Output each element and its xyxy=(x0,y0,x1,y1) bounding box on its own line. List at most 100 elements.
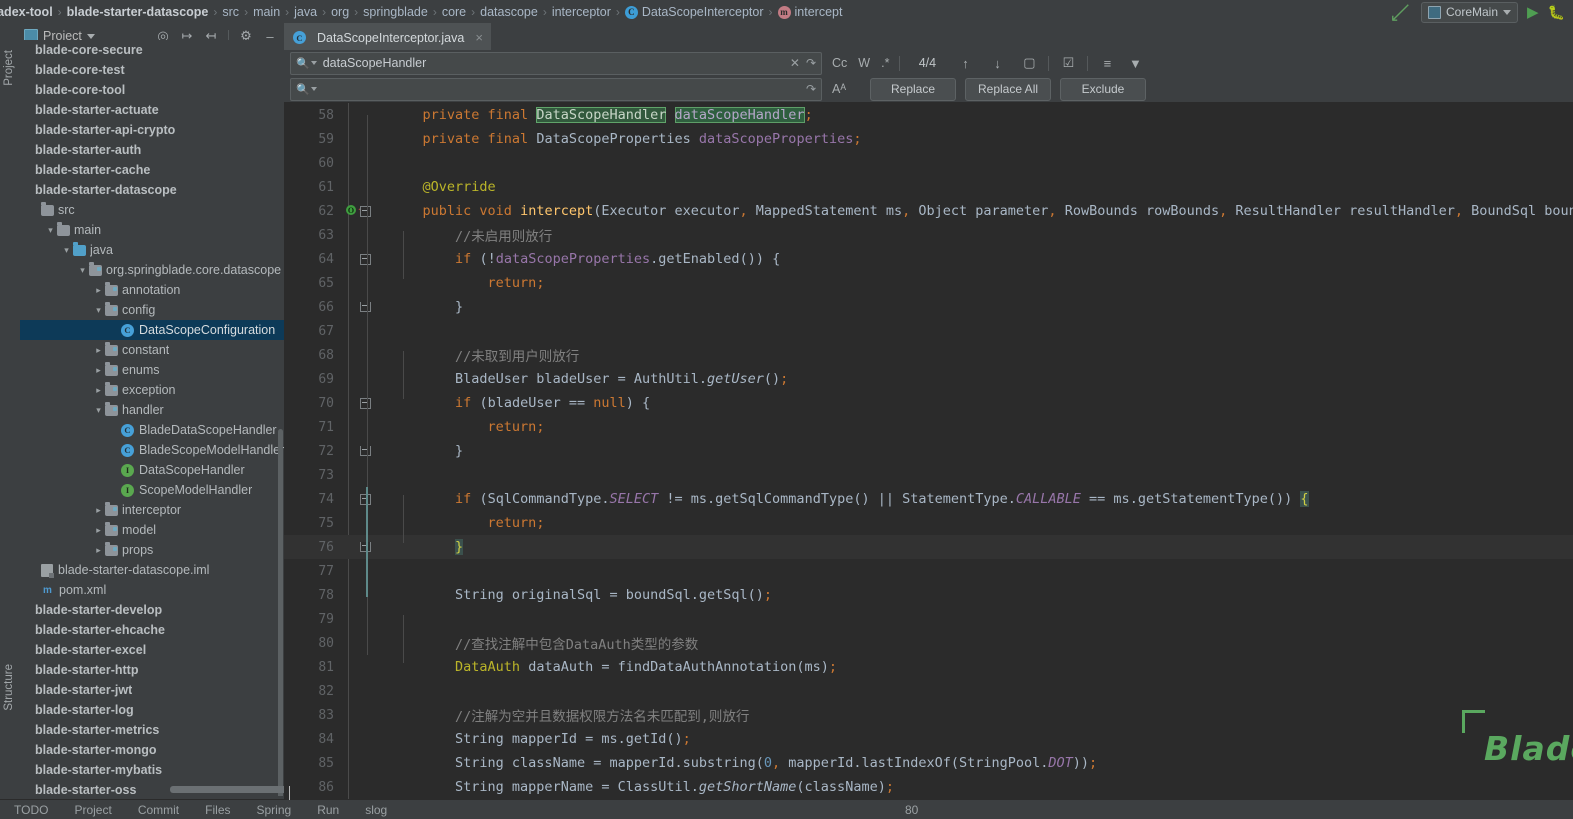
chevron-down-icon[interactable]: ▾ xyxy=(92,405,105,416)
gutter[interactable] xyxy=(334,127,386,151)
gutter[interactable] xyxy=(334,391,386,415)
tree-item[interactable]: blade-starter-develop xyxy=(20,600,284,620)
strip-project-label[interactable]: Project xyxy=(3,50,15,86)
code-line[interactable]: 69 BladeUser bladeUser = AuthUtil.getUse… xyxy=(284,367,1573,391)
search-in-selection-icon[interactable]: ≡ xyxy=(1098,54,1116,72)
gutter[interactable] xyxy=(334,703,386,727)
tree-item[interactable]: ▸ model xyxy=(20,520,284,540)
code-line[interactable]: 59 private final DataScopeProperties dat… xyxy=(284,127,1573,151)
fold-collapse-icon[interactable] xyxy=(360,206,371,217)
code-line[interactable]: 61 @Override xyxy=(284,175,1573,199)
tree-item[interactable]: C BladeDataScopeHandler xyxy=(20,420,284,440)
run-configuration-selector[interactable]: CoreMain xyxy=(1420,1,1519,23)
gutter[interactable] xyxy=(334,631,386,655)
code-line[interactable]: 74 if (SqlCommandType.SELECT != ms.getSq… xyxy=(284,487,1573,511)
gutter[interactable] xyxy=(334,583,386,607)
code-line[interactable]: 68 //未取到用户则放行 xyxy=(284,343,1573,367)
code-line[interactable]: 73 xyxy=(284,463,1573,487)
tree-item[interactable]: blade-starter-actuate xyxy=(20,100,284,120)
tree-item[interactable]: I ScopeModelHandler xyxy=(20,480,284,500)
tree-item[interactable]: m pom.xml xyxy=(20,580,284,600)
code-line[interactable]: 62O↑ public void intercept(Executor exec… xyxy=(284,199,1573,223)
tree-item[interactable]: blade-starter-datascope xyxy=(20,180,284,200)
tree-item[interactable]: ▸ interceptor xyxy=(20,500,284,520)
code-line[interactable]: 71 return; xyxy=(284,415,1573,439)
chevron-down-icon[interactable]: ▾ xyxy=(76,265,89,276)
gutter[interactable] xyxy=(334,343,386,367)
exclude-button[interactable]: Exclude xyxy=(1060,77,1147,101)
tree-item[interactable]: ▸ props xyxy=(20,540,284,560)
code-line[interactable]: 65 return; xyxy=(284,271,1573,295)
code-line[interactable]: 66 } xyxy=(284,295,1573,319)
debug-icon[interactable]: 🐛 xyxy=(1548,5,1565,19)
gutter[interactable] xyxy=(334,319,386,343)
tree-item[interactable]: blade-core-secure xyxy=(20,40,284,60)
fold-end-icon[interactable] xyxy=(360,302,371,312)
tree-item[interactable]: ▾ main xyxy=(20,220,284,240)
gutter[interactable] xyxy=(334,559,386,583)
gutter[interactable] xyxy=(334,463,386,487)
gutter[interactable] xyxy=(334,727,386,751)
code-line[interactable]: 67 xyxy=(284,319,1573,343)
breadcrumb-item-springblade[interactable]: springblade xyxy=(363,5,428,19)
back-arrow-icon[interactable]: ⟵ xyxy=(1384,0,1415,27)
code-line[interactable]: 75 return; xyxy=(284,511,1573,535)
code-line[interactable]: 83 //注解为空并且数据权限方法名未匹配到,则放行 xyxy=(284,703,1573,727)
gutter[interactable] xyxy=(334,415,386,439)
code-line[interactable]: 79 xyxy=(284,607,1573,631)
gutter[interactable] xyxy=(334,175,386,199)
breadcrumb-item-core[interactable]: core xyxy=(442,5,466,19)
filter-icon[interactable]: ▼ xyxy=(1126,54,1144,72)
gutter[interactable] xyxy=(334,487,386,511)
code-line[interactable]: 82 xyxy=(284,679,1573,703)
tree-item[interactable]: ▸ enums xyxy=(20,360,284,380)
tree-item[interactable]: blade-starter-jwt xyxy=(20,680,284,700)
gutter[interactable] xyxy=(334,271,386,295)
tree-item[interactable]: blade-core-test xyxy=(20,60,284,80)
code-line[interactable]: 80 //查找注解中包含DataAuth类型的参数 xyxy=(284,631,1573,655)
project-tree[interactable]: blade-core-secure blade-core-test blade-co… xyxy=(20,40,284,796)
fold-collapse-icon[interactable] xyxy=(360,398,371,409)
code-line[interactable]: 85 String className = mapperId.substring… xyxy=(284,751,1573,775)
breadcrumb-item-bladex-tool[interactable]: bladex-tool xyxy=(0,5,53,19)
status-item-project[interactable]: Project xyxy=(74,803,111,817)
tree-item[interactable]: ▸ exception xyxy=(20,380,284,400)
status-item-commit[interactable]: Commit xyxy=(138,803,179,817)
code-line[interactable]: 81 DataAuth dataAuth = findDataAuthAnnot… xyxy=(284,655,1573,679)
status-item-todo[interactable]: TODO xyxy=(14,803,48,817)
tree-horizontal-scrollbar[interactable] xyxy=(170,786,284,793)
breadcrumb-item-datascopeinterceptor[interactable]: C DataScopeInterceptor xyxy=(624,5,764,19)
scope-icon[interactable]: ☑ xyxy=(1059,54,1077,72)
gutter[interactable]: O↑ xyxy=(334,199,386,223)
gutter[interactable] xyxy=(334,751,386,775)
arrow-up-icon[interactable]: ↑ xyxy=(956,54,974,72)
tree-item[interactable]: C BladeScopeModelHandler xyxy=(20,440,284,460)
breadcrumb-item-src[interactable]: src xyxy=(222,5,239,19)
fold-end-icon[interactable] xyxy=(360,446,371,456)
chevron-right-icon[interactable]: ▸ xyxy=(92,545,105,556)
strip-structure-label[interactable]: Structure xyxy=(3,664,15,711)
code-line[interactable]: 78 String originalSql = boundSql.getSql(… xyxy=(284,583,1573,607)
code-line[interactable]: 70 if (bladeUser == null) { xyxy=(284,391,1573,415)
gutter[interactable] xyxy=(334,655,386,679)
chevron-down-icon[interactable]: ▾ xyxy=(92,305,105,316)
match-case-toggle[interactable]: Cc xyxy=(832,56,847,70)
status-item-slog[interactable]: slog xyxy=(365,803,387,817)
tree-item[interactable]: blade-starter-cache xyxy=(20,160,284,180)
status-item-files[interactable]: Files xyxy=(205,803,230,817)
code-line[interactable]: 58 private final DataScopeHandler dataSc… xyxy=(284,103,1573,127)
gutter[interactable] xyxy=(334,151,386,175)
tree-vertical-scrollbar[interactable] xyxy=(278,429,283,796)
tree-item[interactable]: blade-starter-mongo xyxy=(20,740,284,760)
gutter[interactable] xyxy=(334,775,386,799)
chevron-right-icon[interactable]: ▸ xyxy=(92,365,105,376)
clear-search-icon[interactable]: ✕ xyxy=(790,56,800,70)
tree-item[interactable]: ▾ handler xyxy=(20,400,284,420)
breadcrumb-item-java[interactable]: java xyxy=(294,5,317,19)
tree-item-selected[interactable]: C DataScopeConfiguration xyxy=(20,320,284,340)
replace-all-button[interactable]: Replace All xyxy=(965,77,1052,101)
chevron-right-icon[interactable]: ▸ xyxy=(92,525,105,536)
search-input[interactable]: 🔍 dataScopeHandler ✕ ↷ xyxy=(290,51,822,75)
code-line[interactable]: 84 String mapperId = ms.getId(); xyxy=(284,727,1573,751)
tree-item[interactable]: src xyxy=(20,200,284,220)
